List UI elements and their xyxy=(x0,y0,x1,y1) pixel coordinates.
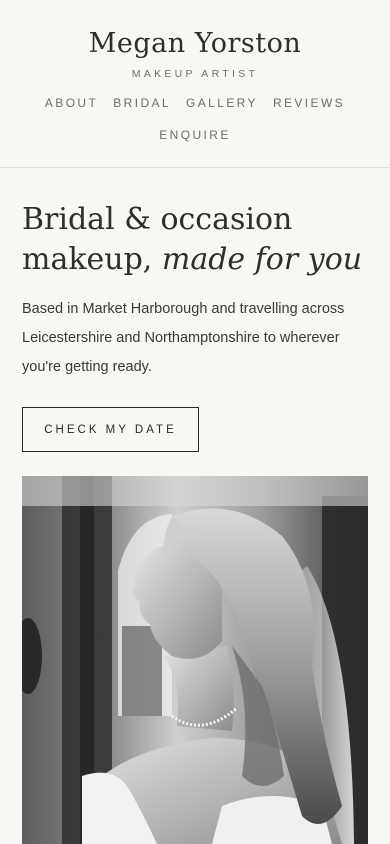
brand-name[interactable]: Megan Yorston xyxy=(0,28,390,59)
hero-description: Based in Market Harborough and travellin… xyxy=(22,301,345,375)
bride-photo xyxy=(22,476,368,844)
nav-link-reviews[interactable]: REVIEWS xyxy=(273,96,345,110)
bride-photo-illustration xyxy=(22,476,368,844)
hero-title: Bridal & occasion makeup, made for you xyxy=(22,200,368,280)
site-header: Megan Yorston MAKEUP ARTIST ABOUT BRIDAL… xyxy=(0,0,390,168)
nav-link-about[interactable]: ABOUT xyxy=(45,96,98,110)
brand-tagline: MAKEUP ARTIST xyxy=(131,68,259,80)
nav-link-bridal[interactable]: BRIDAL xyxy=(113,96,171,110)
hero-title-italic: made for you xyxy=(161,242,363,277)
main-nav: ABOUT BRIDAL GALLERY REVIEWS xyxy=(0,96,390,110)
hero-title-line2: makeup, xyxy=(22,242,162,277)
check-my-date-button[interactable]: CHECK MY DATE xyxy=(22,407,199,452)
hero-title-line1: Bridal & occasion xyxy=(22,202,293,237)
nav-link-gallery[interactable]: GALLERY xyxy=(186,96,258,110)
secondary-nav: ENQUIRE xyxy=(0,128,390,142)
nav-link-enquire[interactable]: ENQUIRE xyxy=(159,128,230,142)
